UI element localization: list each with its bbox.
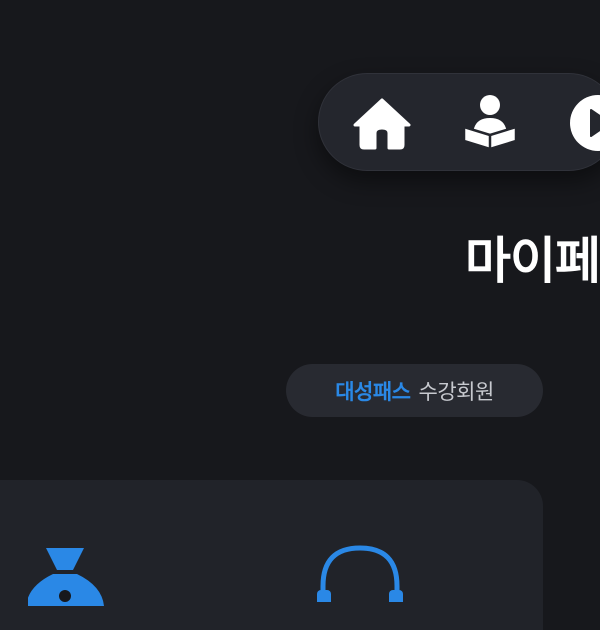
membership-badge: 대성패스 수강회원	[286, 364, 543, 417]
membership-brand: 대성패스	[335, 379, 411, 404]
bottom-nav-bar	[318, 73, 600, 171]
play-icon	[567, 92, 600, 154]
headset-icon[interactable]	[315, 542, 405, 602]
reader-icon	[459, 92, 521, 154]
nav-lecture-button[interactable]	[459, 92, 521, 154]
nav-play-button[interactable]	[567, 92, 600, 154]
money-bag-icon[interactable]	[28, 546, 108, 606]
nav-home-button[interactable]	[351, 92, 413, 154]
page-title: 마이페	[465, 232, 600, 290]
menu-card	[0, 480, 543, 630]
home-icon	[351, 92, 413, 154]
membership-label: 수강회원	[418, 379, 495, 404]
